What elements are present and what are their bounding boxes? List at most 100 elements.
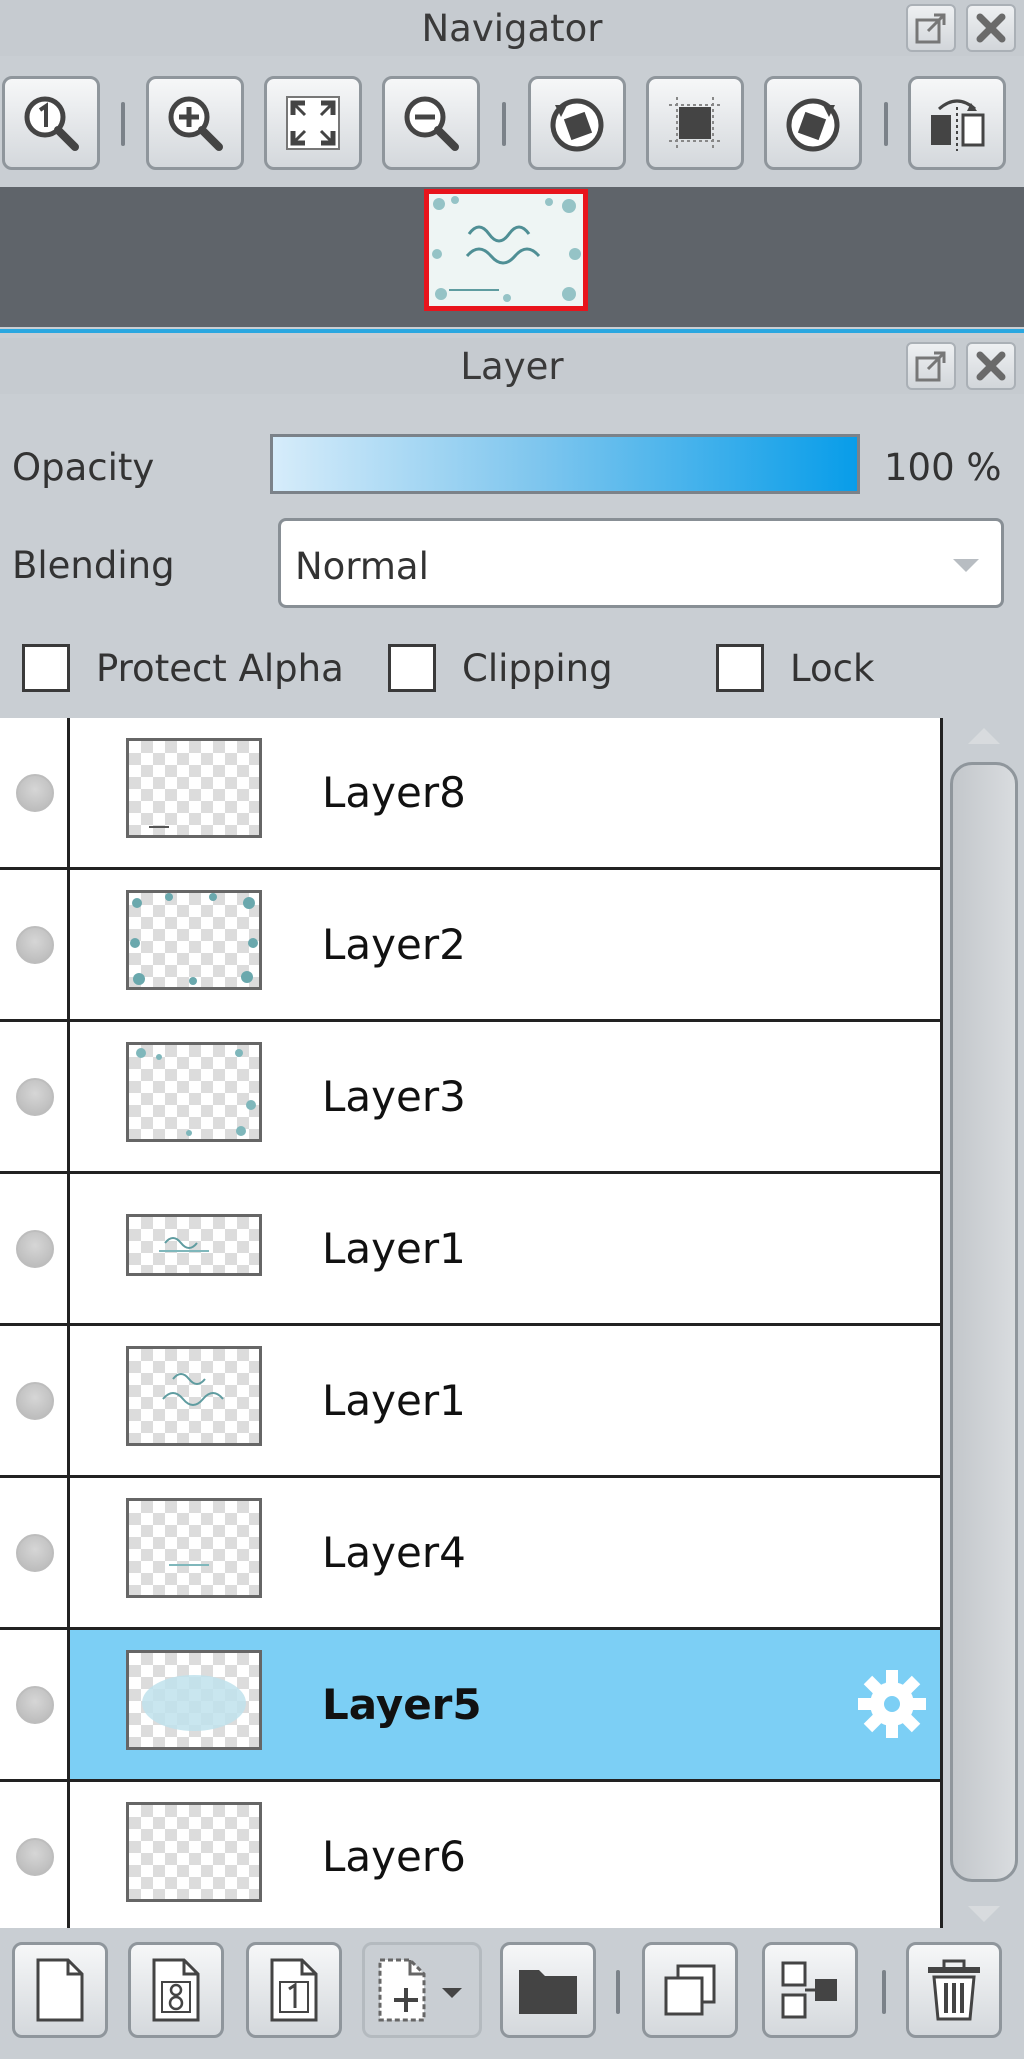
navigator-close-button[interactable] (966, 4, 1016, 52)
page-icon (36, 1958, 84, 2022)
layer-name: Layer1 (322, 1224, 466, 1273)
scrollbar-thumb[interactable] (950, 762, 1018, 1882)
popout-icon (915, 13, 946, 44)
visibility-cell (0, 1022, 70, 1171)
visibility-toggle[interactable] (16, 1686, 54, 1724)
layer-name: Layer4 (322, 1528, 466, 1577)
visibility-toggle[interactable] (16, 1382, 54, 1420)
new-8bit-layer-button[interactable] (128, 1942, 224, 2038)
scroll-up-arrow-icon[interactable] (968, 728, 1000, 744)
fit-to-window-button[interactable] (264, 76, 362, 170)
visibility-toggle[interactable] (16, 1078, 54, 1116)
layer-close-button[interactable] (966, 342, 1016, 390)
zoom-out-button[interactable] (382, 76, 480, 170)
visibility-cell (0, 1782, 70, 1931)
visibility-toggle[interactable] (16, 1230, 54, 1268)
layer-thumbnail (126, 1214, 262, 1276)
clipping-label: Clipping (462, 646, 613, 690)
navigator-viewport-frame[interactable] (424, 189, 588, 311)
duplicate-icon (664, 1964, 716, 2016)
panel-divider (0, 329, 1024, 333)
blending-mode-select[interactable]: Normal (278, 518, 1004, 608)
rotate-cw-icon (786, 98, 840, 152)
layer-thumbnail (126, 738, 262, 838)
layer-list-scrollbar[interactable] (946, 718, 1024, 1928)
lock-checkbox[interactable] (716, 644, 764, 692)
protect-alpha-checkbox[interactable] (22, 644, 70, 692)
close-icon (976, 351, 1006, 381)
layer-name: Layer3 (322, 1072, 466, 1121)
zoom-in-button[interactable] (146, 76, 244, 170)
layer-thumbnail (126, 1042, 262, 1142)
lock-option[interactable]: Lock (716, 644, 874, 692)
layer-thumbnail (126, 1498, 262, 1598)
navigator-header: Navigator (0, 0, 1024, 56)
blending-label: Blending (12, 544, 175, 587)
layer-name: Layer1 (322, 1376, 466, 1425)
new-layer-button[interactable] (12, 1942, 108, 2038)
layer-row[interactable]: Layer1 (0, 1174, 940, 1326)
visibility-toggle[interactable] (16, 774, 54, 812)
add-layer-menu-button[interactable] (362, 1942, 482, 2038)
visibility-cell (0, 1174, 70, 1323)
popout-icon (915, 351, 946, 382)
rotate-right-button[interactable] (764, 76, 862, 170)
rotate-ccw-icon (550, 98, 604, 152)
visibility-cell (0, 870, 70, 1019)
layer-header: Layer (0, 338, 1024, 394)
layer-thumbnail (126, 1346, 262, 1446)
layer-detach-button[interactable] (906, 342, 956, 390)
page-1-icon (270, 1958, 318, 2022)
gear-icon[interactable] (854, 1666, 930, 1742)
duplicate-layer-button[interactable] (642, 1942, 738, 2038)
visibility-cell (0, 1478, 70, 1627)
layer-name: Layer6 (322, 1832, 466, 1881)
close-icon (976, 13, 1006, 43)
lock-label: Lock (790, 646, 875, 690)
layer-row[interactable]: Layer3 (0, 1022, 940, 1174)
opacity-value: 100 % (884, 446, 1002, 489)
protect-alpha-option[interactable]: Protect Alpha (22, 644, 344, 692)
opacity-slider[interactable] (270, 434, 860, 494)
rotate-left-button[interactable] (528, 76, 626, 170)
new-1bit-layer-button[interactable] (246, 1942, 342, 2038)
flip-icon (931, 99, 985, 151)
layer-thumbnail (126, 1650, 262, 1750)
layer-row[interactable]: Layer1 (0, 1326, 940, 1478)
layer-row-selected[interactable]: Layer5 (0, 1630, 940, 1782)
navigator-detach-button[interactable] (906, 4, 956, 52)
layer-panel-title: Layer (460, 344, 564, 388)
chevron-down-icon (953, 559, 979, 572)
page-plus-dropdown-icon (378, 1958, 462, 2022)
new-folder-button[interactable] (500, 1942, 596, 2038)
visibility-toggle[interactable] (16, 1534, 54, 1572)
layer-name: Layer5 (322, 1680, 482, 1729)
navigator-toolbar (0, 70, 1024, 176)
clipping-checkbox[interactable] (388, 644, 436, 692)
delete-layer-button[interactable] (906, 1942, 1002, 2038)
merge-icon (781, 1961, 837, 2019)
layer-row[interactable]: Layer2 (0, 870, 940, 1022)
toolbar-separator (616, 1970, 620, 2014)
reset-view-button[interactable] (646, 76, 744, 170)
magnifier-1-icon (24, 96, 79, 151)
canvas-preview-image (429, 194, 583, 306)
visibility-toggle[interactable] (16, 1838, 54, 1876)
opacity-label: Opacity (12, 446, 155, 489)
layer-row[interactable]: Layer4 (0, 1478, 940, 1630)
scroll-down-arrow-icon[interactable] (968, 1906, 1000, 1922)
folder-icon (519, 1970, 577, 2014)
merge-down-button[interactable] (762, 1942, 858, 2038)
flip-horizontal-button[interactable] (908, 76, 1006, 170)
fit-arrows-icon (286, 96, 340, 150)
magnifier-minus-icon (404, 96, 459, 151)
layer-row[interactable]: Layer6 (0, 1782, 940, 1934)
layer-row[interactable]: Layer8 (0, 718, 940, 870)
clipping-option[interactable]: Clipping (388, 644, 613, 692)
navigator-preview[interactable] (0, 187, 1024, 327)
zoom-actual-size-button[interactable] (2, 76, 100, 170)
visibility-toggle[interactable] (16, 926, 54, 964)
layer-thumbnail (126, 890, 262, 990)
blending-mode-value: Normal (295, 545, 429, 588)
toolbar-separator (121, 102, 125, 146)
